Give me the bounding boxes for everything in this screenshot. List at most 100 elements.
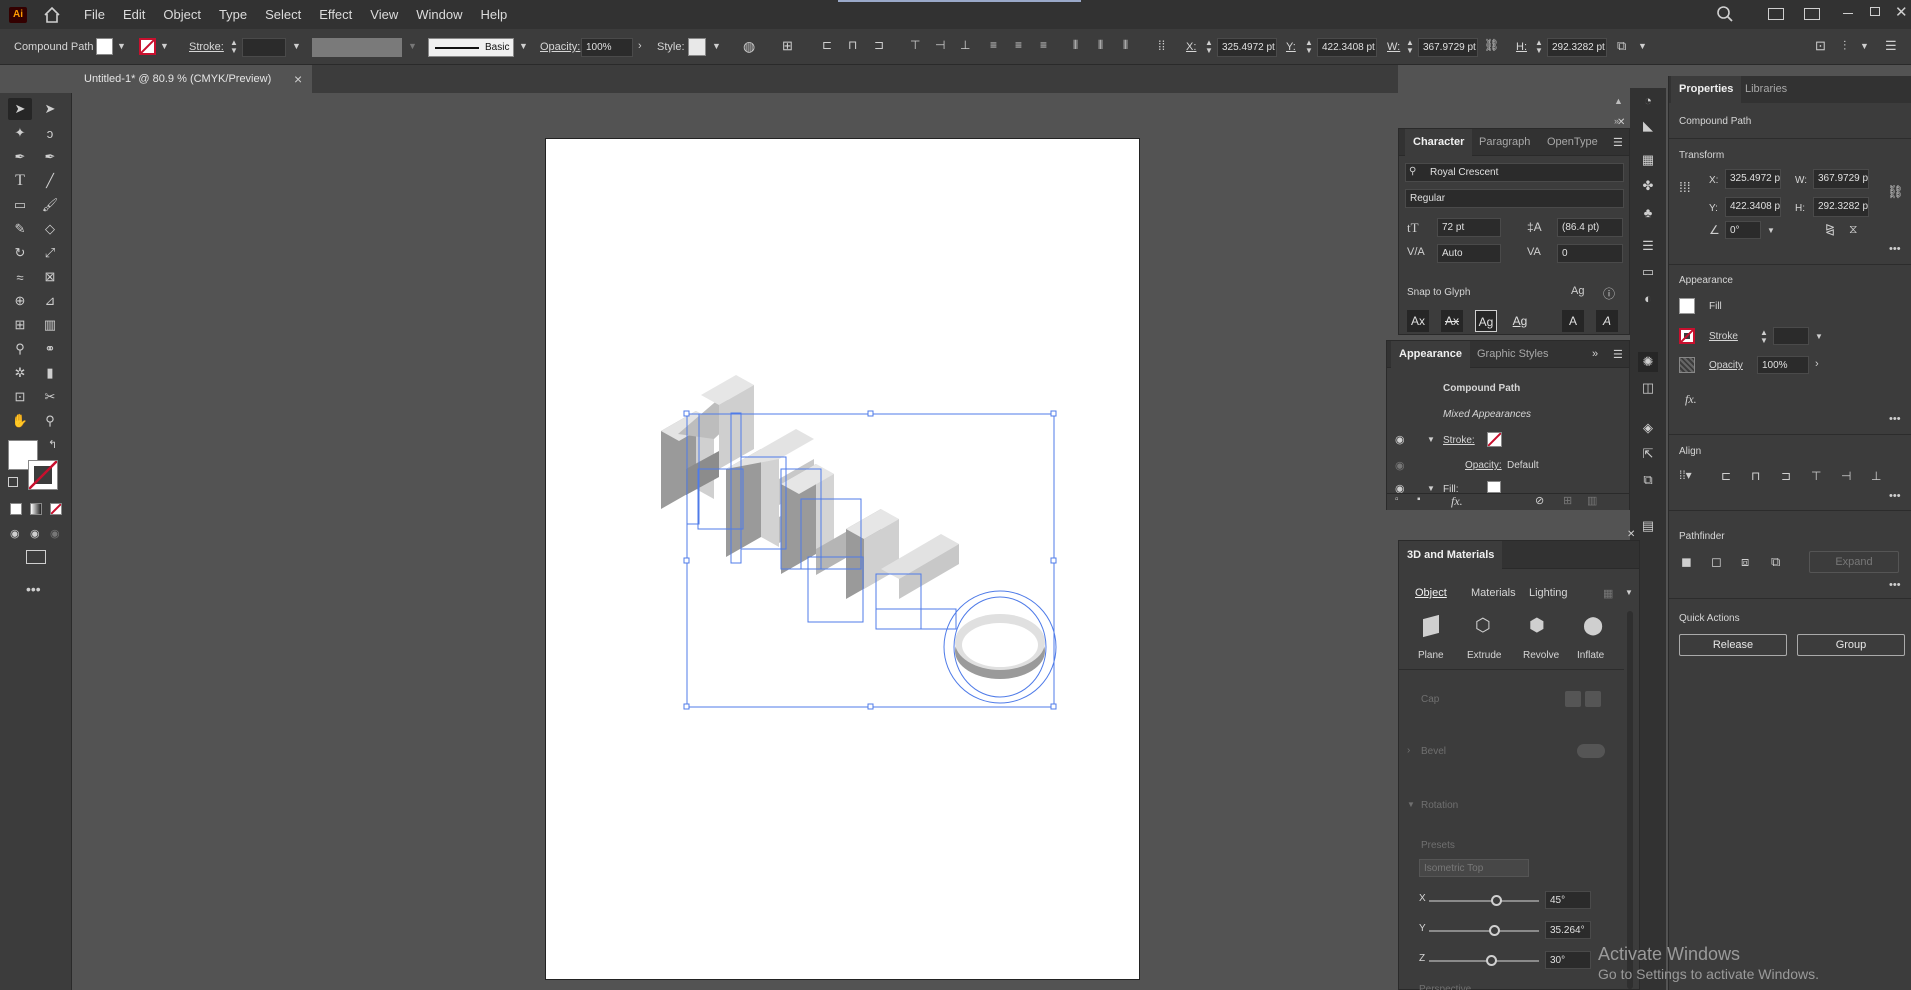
flip-vertical-icon[interactable]: ⧖ xyxy=(1849,222,1857,237)
menu-window[interactable]: Window xyxy=(407,0,471,29)
exclude-icon[interactable]: ⧉ xyxy=(1771,554,1780,570)
constrain-proportions-icon[interactable]: ⛓ xyxy=(1887,184,1904,200)
reference-point-icon[interactable]: ⁞⁞⁞ xyxy=(1679,179,1691,195)
menu-icon[interactable]: ☰ xyxy=(1885,39,1897,52)
variable-width-profile[interactable] xyxy=(312,38,402,57)
inflate-icon[interactable]: ⬤ xyxy=(1583,615,1603,636)
snap-baseline-button[interactable]: Ax xyxy=(1407,310,1429,332)
appearance-stroke-swatch[interactable] xyxy=(1487,432,1502,447)
properties-w-input[interactable]: 367.9729 p xyxy=(1813,169,1869,189)
release-button[interactable]: Release xyxy=(1679,634,1787,656)
chevron-right-icon[interactable]: › xyxy=(1407,745,1410,756)
export-icon[interactable]: ⇱ xyxy=(1638,444,1658,464)
align-horizontal-center-icon[interactable]: ⊓ xyxy=(848,39,857,51)
align-bottom-icon[interactable]: ⊥ xyxy=(960,39,970,51)
draw-normal-icon[interactable]: ◉ xyxy=(10,527,20,540)
clear-appearance-icon[interactable]: ⊘ xyxy=(1535,494,1544,507)
menu-object[interactable]: Object xyxy=(154,0,210,29)
rotation-preset-select[interactable]: Isometric Top xyxy=(1419,859,1529,877)
close-tab-icon[interactable]: × xyxy=(294,65,302,93)
align-horizontal-center-icon[interactable]: ⊓ xyxy=(1751,469,1760,483)
eraser-tool-icon[interactable]: ◇ xyxy=(38,218,62,240)
close-panel-icon[interactable]: ✕ xyxy=(1627,529,1635,540)
paintbrush-tool-icon[interactable]: 🖌 xyxy=(38,194,62,216)
appearance-panel-icon[interactable]: ✺ xyxy=(1638,352,1658,372)
y-input[interactable]: 422.3408 pt xyxy=(1317,38,1377,57)
align-to-icon[interactable]: ⁞⁞▾ xyxy=(1679,468,1692,482)
h-stepper[interactable]: ▲ ▼ xyxy=(1535,39,1543,55)
align-top-icon[interactable]: ⊤ xyxy=(1811,469,1821,483)
rotate-angle-input[interactable]: 0° xyxy=(1725,221,1761,239)
properties-add-effect[interactable]: fx. xyxy=(1685,392,1697,407)
graphic-styles-icon[interactable]: ◫ xyxy=(1638,378,1658,398)
type-tool-icon[interactable]: T xyxy=(8,170,32,192)
properties-stroke-weight-input[interactable] xyxy=(1773,327,1809,345)
chevron-down-icon[interactable]: ▼ xyxy=(1815,332,1823,341)
visibility-eye-icon[interactable]: ◉ xyxy=(1395,433,1405,446)
line-segment-tool-icon[interactable]: ╱ xyxy=(38,170,62,192)
artboard[interactable] xyxy=(545,138,1140,980)
rotation-y-input[interactable]: 35.264° xyxy=(1545,921,1591,939)
restore-icon[interactable] xyxy=(1870,7,1880,16)
lasso-tool-icon[interactable]: ↄ xyxy=(38,122,62,144)
bevel-label[interactable]: Bevel xyxy=(1421,746,1446,757)
snap-proximity-button[interactable]: Ag xyxy=(1509,310,1531,332)
panel-options-icon[interactable]: ⫶ xyxy=(1843,39,1846,52)
font-size-input[interactable]: 72 pt xyxy=(1437,218,1501,237)
expand-button[interactable]: Expand xyxy=(1809,551,1899,573)
leading-input[interactable]: (86.4 pt) xyxy=(1557,218,1623,237)
workspace-switcher-icon[interactable] xyxy=(1804,8,1820,20)
appearance-fill-swatch[interactable] xyxy=(1487,481,1501,493)
rotate-tool-icon[interactable]: ↻ xyxy=(8,242,32,264)
x-input[interactable]: 325.4972 pt xyxy=(1217,38,1277,57)
add-stroke-icon[interactable]: ▫ xyxy=(1395,494,1399,505)
cap-off-icon[interactable] xyxy=(1585,691,1601,707)
chevron-down-icon[interactable]: ▼ xyxy=(408,42,417,51)
properties-h-input[interactable]: 292.3282 p xyxy=(1813,197,1869,217)
recolor-artwork-icon[interactable]: ◍ xyxy=(743,39,755,53)
properties-y-input[interactable]: 422.3408 p xyxy=(1725,197,1781,217)
clubs-icon[interactable]: ♣ xyxy=(1638,202,1658,222)
transparency-icon[interactable]: ◐ xyxy=(1638,288,1658,308)
graphic-style-swatch[interactable] xyxy=(688,38,706,56)
distribute-bottom-icon[interactable]: ≡ xyxy=(1040,39,1047,51)
intersect-icon[interactable]: ⧈ xyxy=(1741,554,1749,570)
menu-select[interactable]: Select xyxy=(256,0,310,29)
chevron-down-icon[interactable]: ▼ xyxy=(1407,800,1415,809)
edit-toolbar-icon[interactable]: ••• xyxy=(26,581,41,597)
perspective-grid-tool-icon[interactable]: ⊿ xyxy=(38,290,62,312)
snap-angle-button[interactable]: A xyxy=(1596,310,1618,332)
unite-icon[interactable]: ◼ xyxy=(1681,554,1692,570)
chevron-down-icon[interactable]: ▼ xyxy=(1860,42,1869,51)
distribute-horizontal-icon[interactable]: ⫴ xyxy=(1098,39,1103,51)
properties-stroke-label[interactable]: Stroke xyxy=(1709,331,1738,342)
w-stepper[interactable]: ▲ ▼ xyxy=(1406,39,1414,55)
gradient-mode-icon[interactable] xyxy=(30,503,42,515)
fill-swatch[interactable] xyxy=(96,38,113,55)
panel-scrollbar[interactable] xyxy=(1627,611,1633,989)
tab-graphic-styles[interactable]: Graphic Styles xyxy=(1469,341,1557,368)
add-effect-icon[interactable]: fx. xyxy=(1451,494,1463,509)
hand-tool-icon[interactable]: ✋ xyxy=(8,410,32,432)
none-mode-icon[interactable] xyxy=(50,503,62,515)
default-colors-icon[interactable] xyxy=(8,477,18,487)
chevron-down-icon[interactable]: ▼ xyxy=(1767,226,1775,235)
gradient-panel-icon[interactable]: ▭ xyxy=(1638,262,1658,282)
close-window-icon[interactable]: ✕ xyxy=(1895,3,1908,21)
chevron-down-icon[interactable]: ▼ xyxy=(292,42,301,51)
font-style-select[interactable]: Regular xyxy=(1405,189,1624,208)
gradient-tool-icon[interactable]: ▥ xyxy=(38,314,62,336)
stroke-weight-stepper[interactable]: ▲ ▼ xyxy=(1760,329,1768,345)
reference-point-icon[interactable]: ⁞⁞ xyxy=(1158,39,1165,52)
curvature-tool-icon[interactable]: ✒ xyxy=(38,146,62,168)
tracking-input[interactable]: 0 xyxy=(1557,244,1623,263)
brushes-icon[interactable]: ◣ xyxy=(1638,116,1658,136)
align-vertical-center-icon[interactable]: ⊣ xyxy=(935,39,945,51)
stroke-color-swatch[interactable] xyxy=(28,460,58,490)
zoom-tool-icon[interactable]: ⚲ xyxy=(38,410,62,432)
properties-opacity-label[interactable]: Opacity xyxy=(1709,360,1743,371)
document-tab[interactable]: Untitled-1* @ 80.9 % (CMYK/Preview) × xyxy=(72,65,312,93)
eyedropper-tool-icon[interactable]: ⚲ xyxy=(8,338,32,360)
home-icon[interactable] xyxy=(43,6,61,24)
align-left-icon[interactable]: ⊏ xyxy=(1721,469,1731,483)
